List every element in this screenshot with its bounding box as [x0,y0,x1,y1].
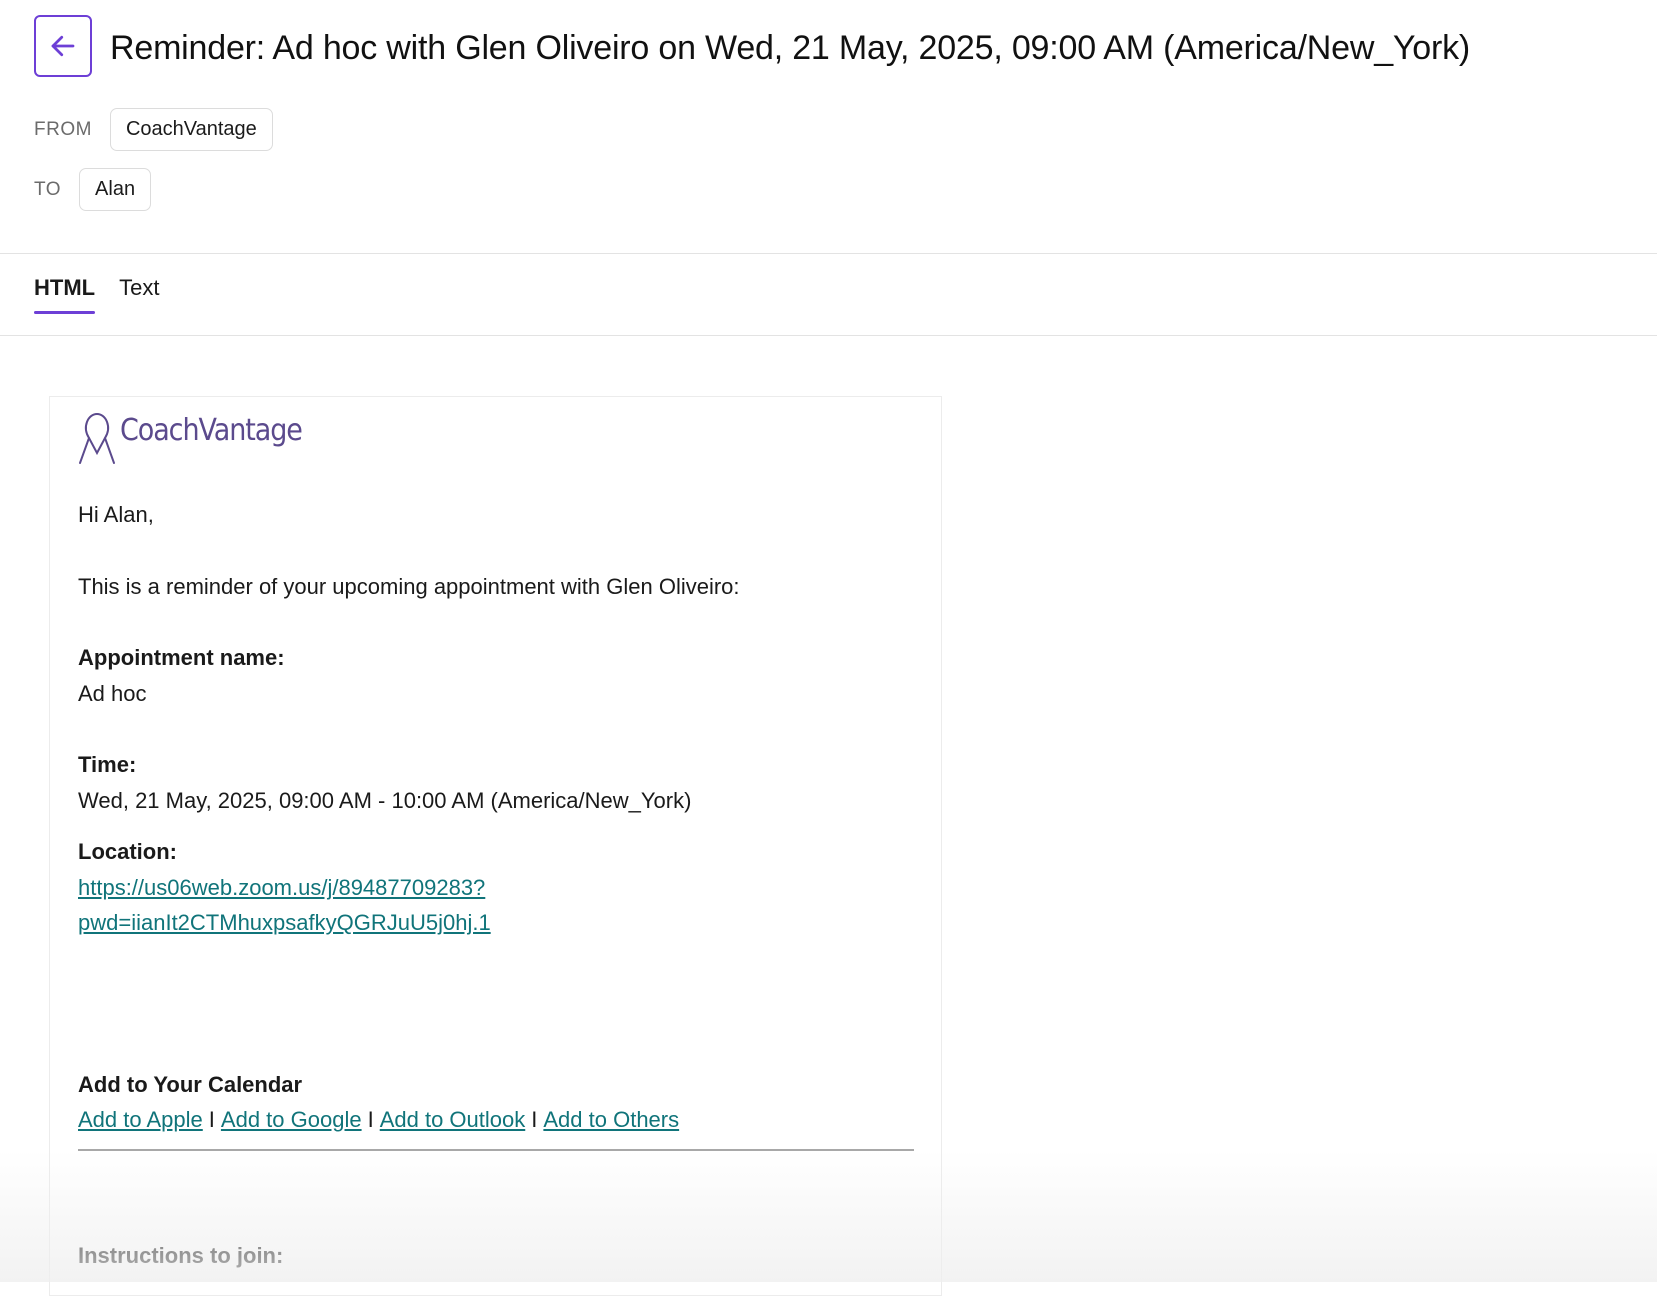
calendar-links: Add to Apple I Add to Google I Add to Outloo… [78,1102,908,1138]
location-link-line1: https://us06web.zoom.us/j/89487709283? [78,874,486,900]
from-row: FROM CoachVantage [34,108,273,151]
link-separator: I [531,1107,538,1132]
tab-text[interactable]: Text [119,268,159,314]
email-content: Hi Alan, This is a reminder of your upco… [78,497,908,1273]
appointment-label: Appointment name: [78,645,285,670]
coachvantage-logo: CoachVantage [76,411,322,467]
from-chip[interactable]: CoachVantage [109,108,273,151]
instructions-label: Instructions to join: [78,1242,284,1268]
appointment-value: Ad hoc [78,680,147,706]
email-body: CoachVantage Hi Alan, This is a reminder… [49,396,942,1296]
tabs-divider [0,335,1657,336]
location-label: Location: [78,839,177,864]
time-value: Wed, 21 May, 2025, 09:00 AM - 10:00 AM (… [78,787,692,813]
tab-html[interactable]: HTML [34,268,96,314]
location-link[interactable]: https://us06web.zoom.us/j/89487709283? pw… [78,875,491,936]
calendar-heading: Add to Your Calendar [78,1071,303,1097]
add-to-apple-link[interactable]: Add to Apple [78,1107,203,1132]
back-button[interactable] [34,15,92,77]
from-label: FROM [34,118,92,140]
logo-text: CoachVantage [120,413,303,448]
location-link-line2: pwd=iianIt2CTMhuxpsafkyQGRJuU5j0hj.1 [78,910,491,935]
add-to-others-link[interactable]: Add to Others [543,1107,679,1132]
email-subject: Reminder: Ad hoc with Glen Oliveiro on W… [110,29,1471,67]
view-tabs: HTML Text [34,268,183,314]
coachvantage-logo-icon [79,412,115,464]
greeting: Hi Alan, [78,502,154,527]
add-to-google-link[interactable]: Add to Google [221,1107,362,1132]
arrow-left-icon [51,35,75,57]
time-label: Time: [78,752,137,777]
header-divider [0,253,1657,254]
add-to-outlook-link[interactable]: Add to Outlook [380,1107,526,1132]
to-label: TO [34,178,62,200]
location-link-wrap: https://us06web.zoom.us/j/89487709283? pw… [78,870,908,941]
to-row: TO Alan [34,168,152,211]
link-separator: I [367,1107,374,1132]
intro-text: This is a reminder of your upcoming appo… [78,573,740,599]
to-chip[interactable]: Alan [79,168,152,211]
link-separator: I [208,1107,215,1132]
calendar-divider [78,1149,914,1151]
